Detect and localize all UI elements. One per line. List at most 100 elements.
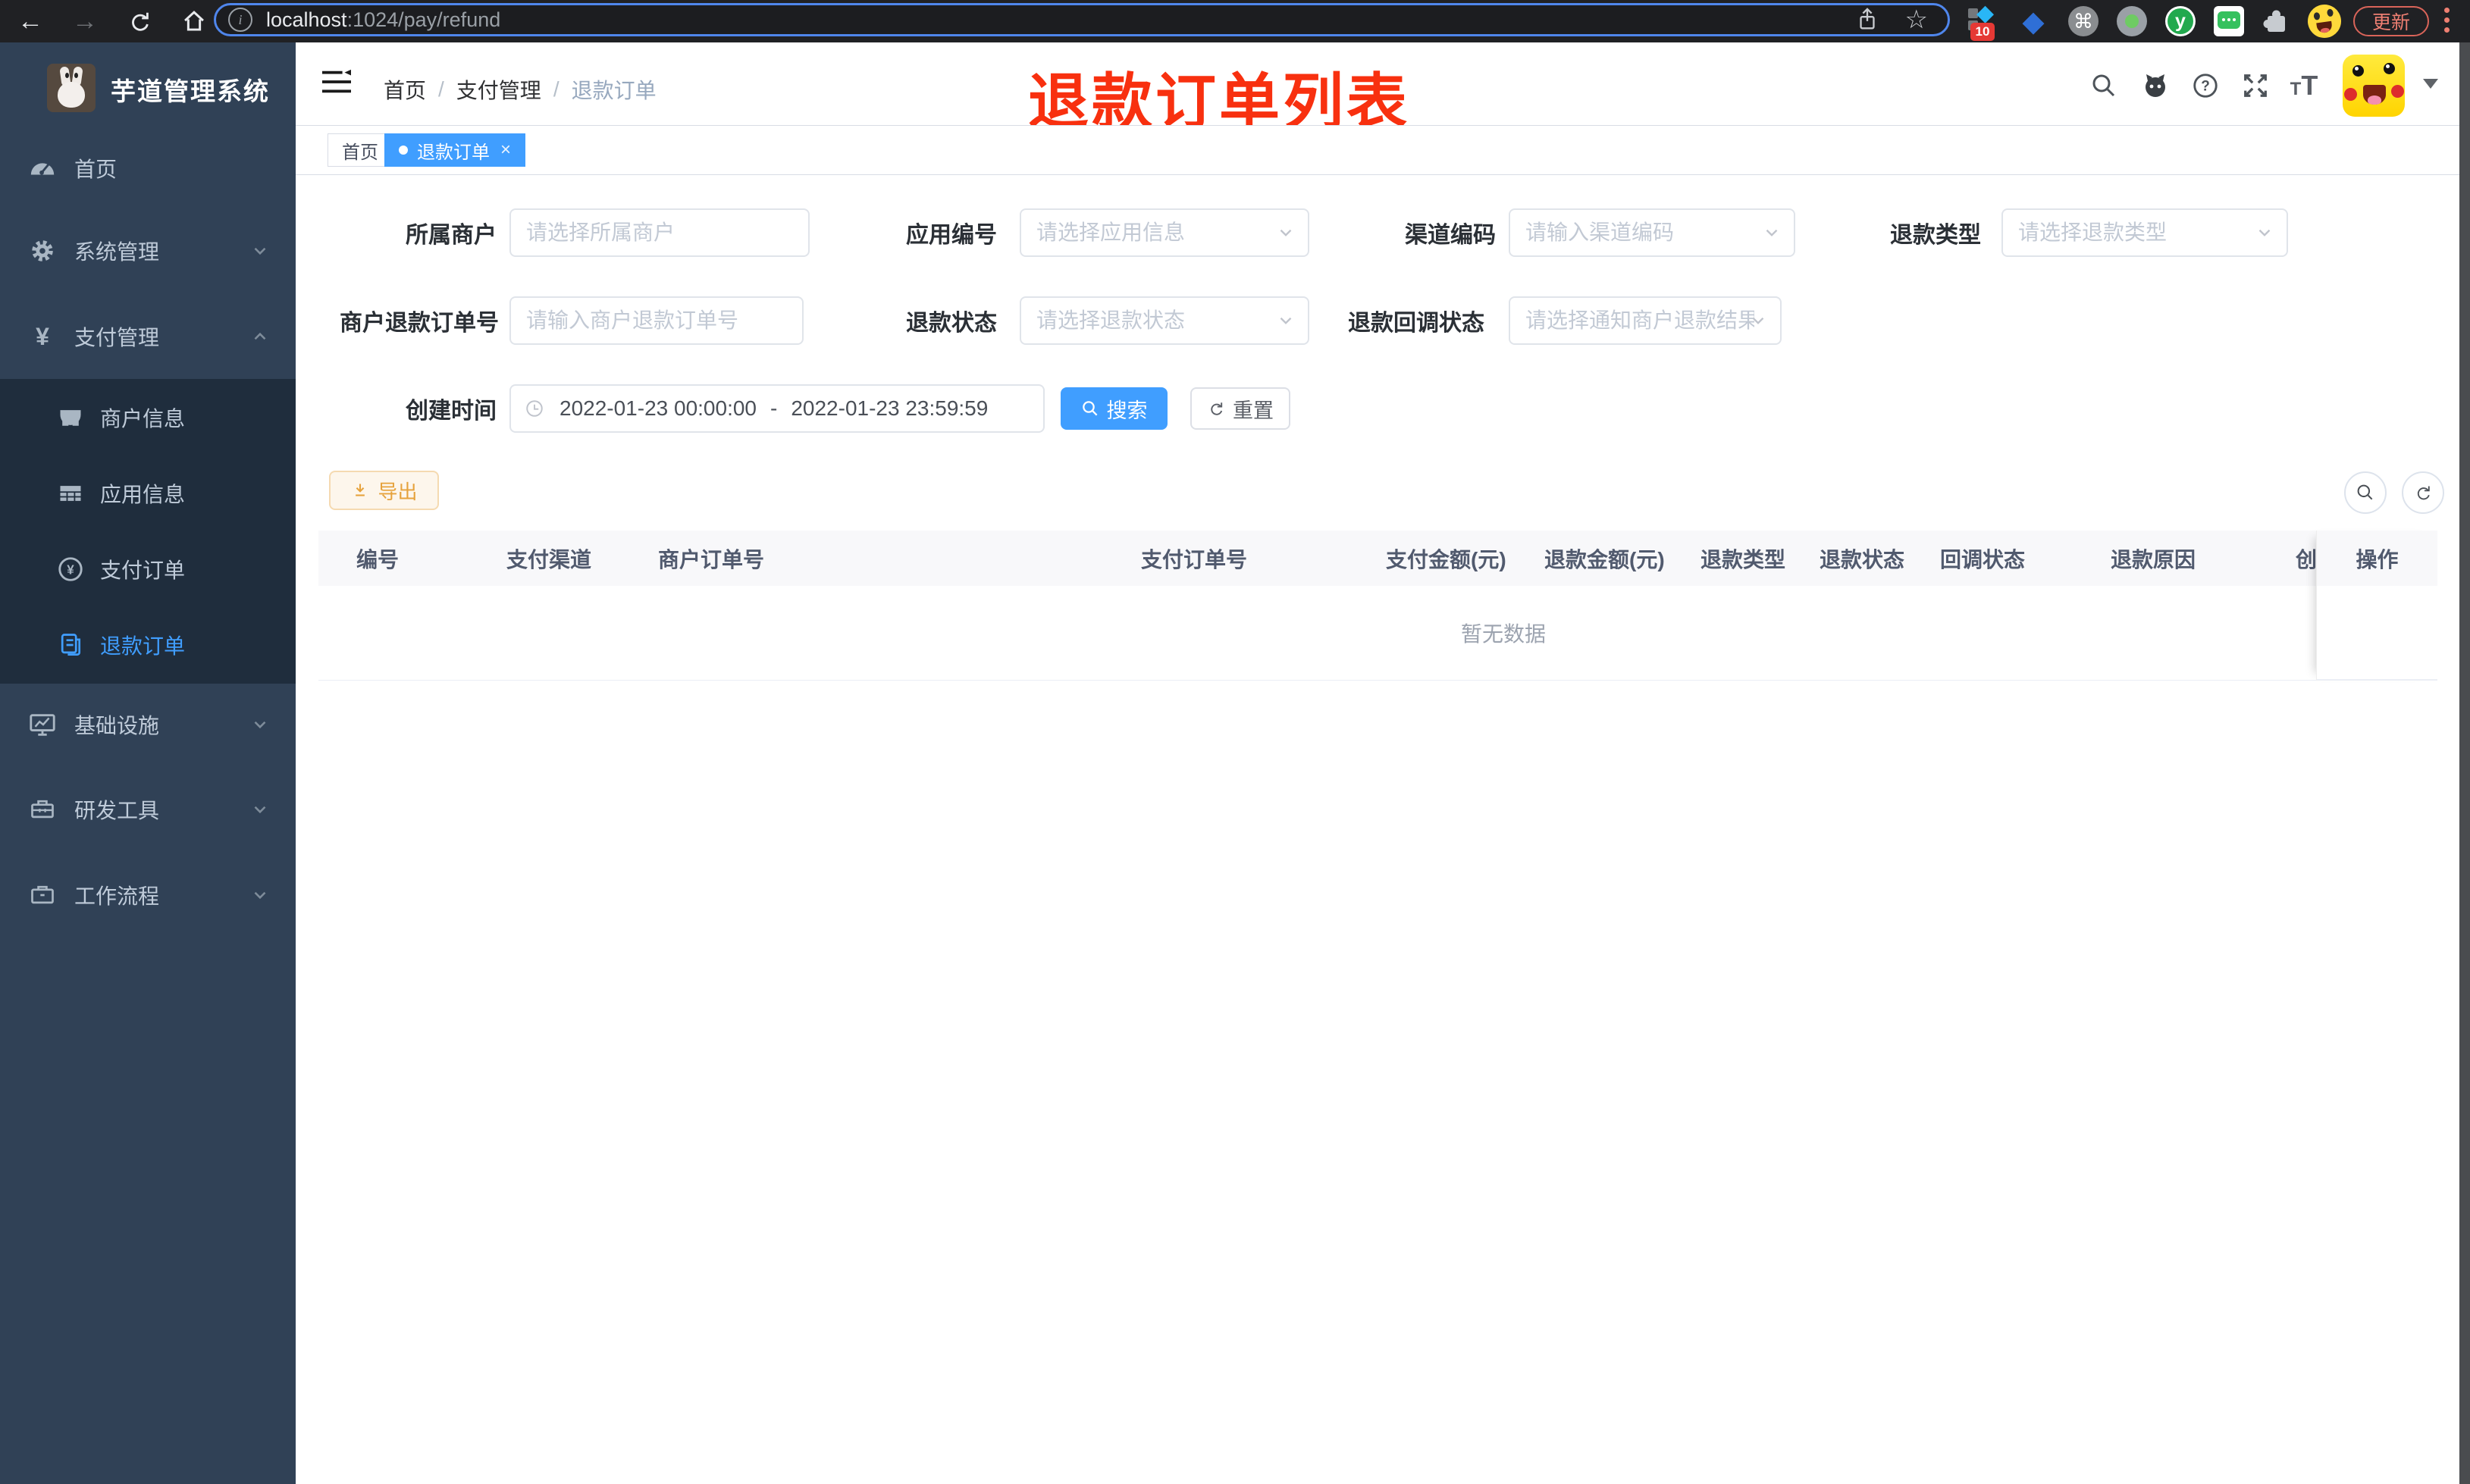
address-bar[interactable]: i localhost:1024/pay/refund ☆: [214, 3, 1950, 36]
column-refund-reason: 退款原因: [2111, 547, 2196, 571]
browser-back-icon[interactable]: ←: [15, 6, 45, 36]
chevron-down-icon: [1276, 311, 1296, 330]
tab-home[interactable]: 首页: [328, 133, 393, 167]
merchant-input[interactable]: [511, 221, 808, 245]
column-pay-amount: 支付金额(元): [1386, 547, 1506, 571]
extension-green-dot-icon[interactable]: [2115, 5, 2149, 38]
site-info-icon[interactable]: i: [228, 8, 252, 32]
browser-update-button[interactable]: 更新: [2353, 6, 2429, 36]
export-button[interactable]: 导出: [329, 471, 439, 510]
sidebar-item-label: 支付订单: [100, 559, 186, 582]
column-pay-order-no: 支付订单号: [1141, 547, 1248, 571]
sidebar-item-home[interactable]: 首页: [0, 130, 296, 206]
avatar-caret-down-icon[interactable]: [2423, 79, 2438, 89]
clock-icon: [523, 397, 546, 420]
extension-gem-icon[interactable]: ◆: [2017, 5, 2050, 38]
end-date-value[interactable]: 2022-01-23 23:59:59: [791, 396, 988, 421]
refund-status-label: 退款状态: [906, 311, 997, 336]
refund-status-select[interactable]: [1020, 296, 1309, 345]
sidebar-item-dev-tools[interactable]: 研发工具: [0, 772, 296, 847]
extension-command-icon[interactable]: ⌘: [2067, 5, 2100, 38]
merchant-refund-no-field[interactable]: [509, 296, 804, 345]
refund-type-label: 退款类型: [1890, 223, 1981, 248]
breadcrumb-home[interactable]: 首页: [384, 74, 426, 105]
column-pay-channel: 支付渠道: [506, 547, 592, 571]
channel-input[interactable]: [1510, 221, 1794, 245]
sidebar-item-infrastructure[interactable]: 基础设施: [0, 687, 296, 762]
search-button[interactable]: 搜索: [1061, 387, 1168, 430]
user-avatar[interactable]: [2343, 55, 2405, 117]
fullscreen-icon[interactable]: [2240, 70, 2271, 102]
sidebar-item-pay[interactable]: ¥ 支付管理: [0, 299, 296, 374]
create-time-range-picker[interactable]: 2022-01-23 00:00:00 - 2022-01-23 23:59:5…: [509, 384, 1045, 433]
app-logo-rabbit: [47, 64, 96, 112]
breadcrumb-section[interactable]: 支付管理: [456, 74, 541, 105]
yen-circle-icon: ¥: [56, 555, 85, 584]
help-icon[interactable]: ?: [2189, 70, 2221, 102]
app-select[interactable]: [1020, 208, 1309, 257]
merchant-refund-no-input[interactable]: [511, 308, 802, 333]
header-search-icon[interactable]: [2088, 70, 2120, 102]
search-icon: [1081, 399, 1099, 418]
refresh-table-button[interactable]: [2402, 471, 2444, 514]
font-size-icon[interactable]: TT: [2288, 70, 2320, 102]
merchant-label: 所属商户: [406, 223, 497, 248]
empty-data-text: 暂无数据: [1460, 622, 1547, 646]
refund-status-input[interactable]: [1021, 308, 1308, 333]
start-date-value[interactable]: 2022-01-23 00:00:00: [560, 396, 757, 421]
column-callback-status: 回调状态: [1940, 547, 2026, 571]
column-refund-status: 退款状态: [1820, 547, 1905, 571]
callback-status-select[interactable]: [1509, 296, 1782, 345]
sidebar-item-label: 支付管理: [74, 326, 160, 349]
extensions-puzzle-icon[interactable]: [2260, 5, 2293, 38]
sidebar-item-system[interactable]: 系统管理: [0, 213, 296, 289]
refresh-icon: [1207, 399, 1225, 418]
fixed-operation-column: 操作: [2316, 531, 2437, 681]
extension-y-icon[interactable]: y: [2164, 5, 2197, 38]
chevron-down-icon: [250, 241, 270, 261]
tab-refund-order[interactable]: 退款订单 ×: [384, 133, 526, 167]
sidebar-item-label: 退款订单: [100, 634, 186, 658]
svg-text:?: ?: [2201, 79, 2210, 95]
share-icon[interactable]: [1855, 8, 1879, 32]
sidebar-item-label: 首页: [74, 158, 118, 181]
channel-select[interactable]: [1509, 208, 1795, 257]
browser-forward-icon[interactable]: →: [70, 6, 100, 36]
extension-chat-icon[interactable]: [2212, 5, 2246, 38]
browser-reload-icon[interactable]: [124, 6, 155, 36]
sidebar-collapse-icon[interactable]: [321, 67, 352, 97]
sidebar-item-app-info[interactable]: 应用信息: [0, 456, 296, 531]
browser-menu-icon[interactable]: [2444, 8, 2450, 33]
extension-emoji-icon[interactable]: [2305, 2, 2343, 40]
column-id: 编号: [356, 547, 400, 571]
refund-type-input[interactable]: [2003, 221, 2287, 245]
sidebar-item-label: 系统管理: [74, 240, 160, 264]
sidebar-item-workflow[interactable]: 工作流程: [0, 857, 296, 933]
refund-type-select[interactable]: [2001, 208, 2288, 257]
column-refund-amount: 退款金额(元): [1544, 547, 1665, 571]
merchant-select[interactable]: [509, 208, 810, 257]
reset-button[interactable]: 重置: [1190, 387, 1290, 430]
breadcrumb: 首页 / 支付管理 / 退款订单: [384, 74, 657, 105]
window-scrollbar[interactable]: [2459, 42, 2470, 1484]
gear-icon: [27, 236, 58, 266]
github-icon[interactable]: [2139, 70, 2171, 102]
bookmark-star-icon[interactable]: ☆: [1905, 5, 1928, 35]
tags-view-bar: [296, 125, 2470, 175]
extension-dashlane-icon[interactable]: ◆ 10: [1966, 1, 1999, 41]
callback-status-input[interactable]: [1510, 308, 1780, 333]
sidebar-item-merchant-info[interactable]: 商户信息: [0, 380, 296, 456]
app-input[interactable]: [1021, 221, 1308, 245]
chevron-down-icon: [250, 885, 270, 905]
grid-table-icon: [56, 479, 85, 508]
browser-toolbar: ← → i localhost:1024/pay/refund ☆ ◆ 10 ◆ …: [0, 0, 2470, 42]
app-title: 芋道管理系统: [111, 77, 270, 105]
table-empty-row: 暂无数据: [318, 586, 2437, 681]
sidebar-item-pay-order[interactable]: ¥ 支付订单: [0, 531, 296, 607]
active-tab-dot: [399, 146, 408, 155]
tab-close-icon[interactable]: ×: [500, 139, 511, 161]
toggle-search-button[interactable]: [2344, 471, 2387, 514]
browser-home-icon[interactable]: [179, 6, 209, 36]
sidebar-item-refund-order[interactable]: 退款订单: [0, 607, 296, 683]
column-merchant-order-no: 商户订单号: [658, 547, 765, 571]
